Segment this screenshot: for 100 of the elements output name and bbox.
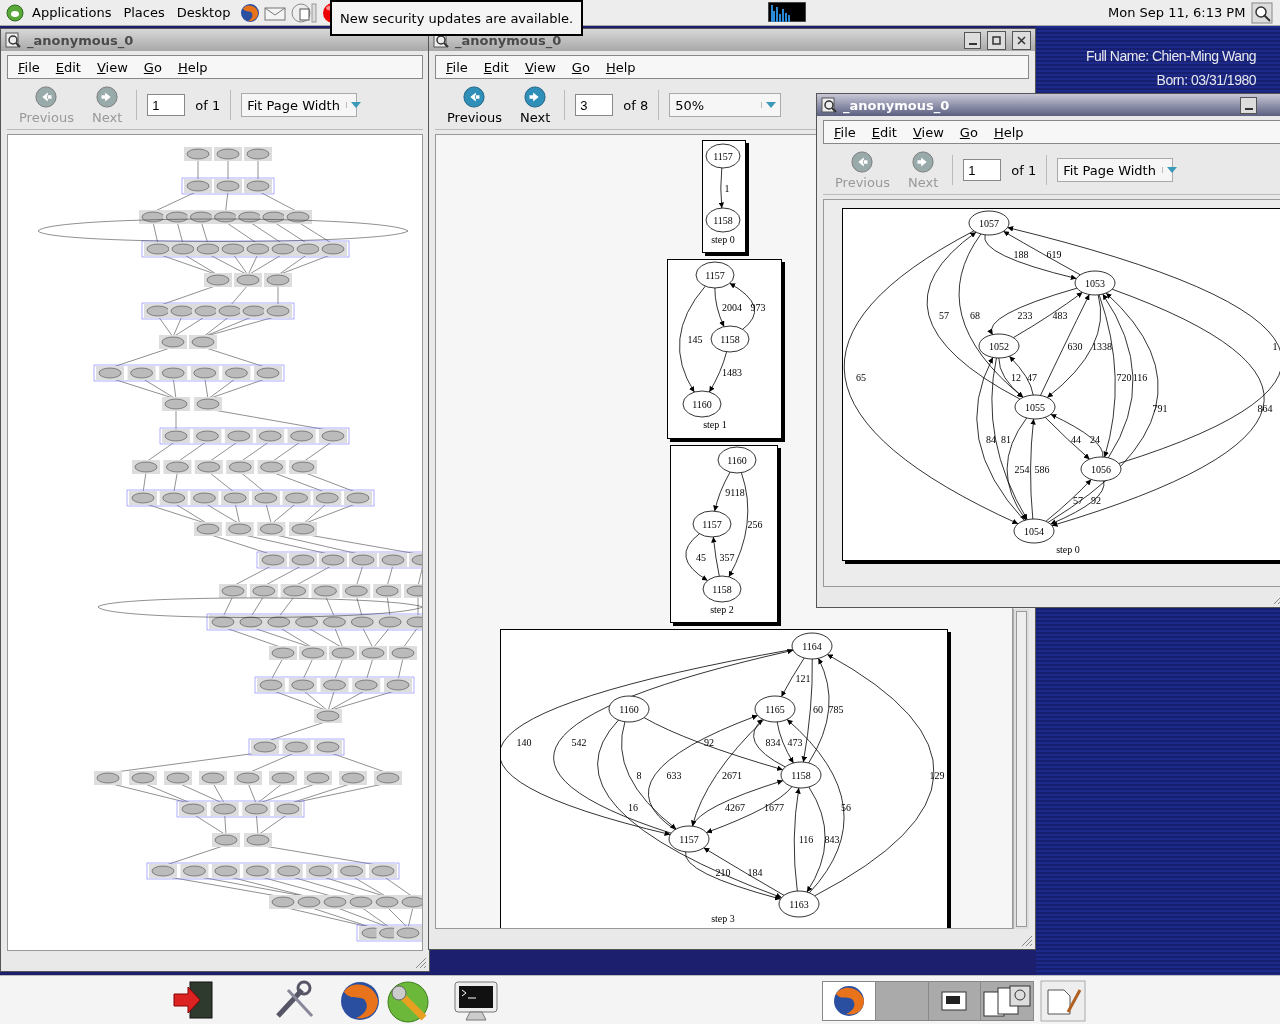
menu-item[interactable]: Help [599, 57, 642, 77]
edge-label: 57 [939, 309, 949, 321]
zoom-dropdown[interactable]: Fit Page Width [241, 93, 358, 117]
zoom-dropdown[interactable]: 50% [669, 93, 782, 117]
window-title: _anonymous_0 [843, 97, 951, 113]
previous-button[interactable]: Previous [443, 83, 506, 127]
edge-label: 2004 [721, 301, 742, 313]
graph-node: 1157 [692, 510, 732, 538]
menu-item[interactable]: Edit [477, 57, 515, 77]
resize-grip-icon[interactable] [413, 955, 427, 969]
graph-node: 1165 [754, 695, 796, 723]
menu-item[interactable]: View [518, 57, 562, 77]
browser-globe-icon[interactable] [240, 2, 261, 23]
terminal-icon[interactable] [452, 980, 500, 1024]
edge-label: 483 [1052, 309, 1068, 321]
menu-item[interactable]: Go [137, 57, 168, 77]
edge-label: 140 [516, 736, 532, 748]
graph-node: 1158 [705, 207, 741, 233]
edge-label: 973 [750, 301, 765, 313]
minimize-button[interactable] [1240, 96, 1257, 114]
graph-caption: step 3 [711, 913, 735, 924]
scrollbar[interactable] [1013, 609, 1029, 929]
edge-label: 357 [719, 551, 735, 563]
menu-item[interactable]: View [906, 122, 950, 142]
close-icon [1017, 35, 1026, 45]
edge-label: 84 [986, 433, 996, 445]
page-count: of 1 [195, 97, 221, 113]
graph-node: 1053 [1074, 270, 1116, 296]
edge-label: 473 [787, 736, 803, 748]
edge-label: 1338 [1092, 340, 1112, 352]
window-thumbnails-icon [982, 984, 1033, 1018]
panel-menu[interactable]: Places [117, 3, 171, 22]
edge-label: 210 [715, 866, 731, 878]
document-icon[interactable] [290, 1, 319, 24]
caret-icon [766, 102, 777, 108]
desktop-info-text: Full Name: Chien-Ming Wang [1085, 48, 1256, 64]
graph-node: 1164 [791, 632, 833, 660]
graph-node: 1055 [1014, 394, 1056, 420]
graph-caption: step 0 [711, 234, 735, 245]
edge-label: 81 [1001, 433, 1011, 445]
maximize-button[interactable] [987, 30, 1006, 50]
edge-label: 129 [929, 769, 945, 781]
menu-item[interactable]: File [440, 57, 474, 77]
resize-grip-icon[interactable] [1019, 933, 1033, 947]
edge-label: 864 [1257, 402, 1273, 414]
edge-label: 121 [795, 672, 811, 684]
minimize-button[interactable] [964, 31, 981, 49]
edge-label: 2671 [722, 769, 742, 781]
zoom-dropdown[interactable]: Fit Page Width [1057, 158, 1174, 182]
page-count: of 1 [1011, 162, 1037, 178]
browser-globe-icon[interactable] [338, 980, 382, 1022]
menu-item[interactable]: File [828, 122, 862, 142]
close-button[interactable] [1012, 30, 1031, 50]
window-title: _anonymous_0 [27, 32, 135, 48]
graph-caption: step 2 [710, 604, 734, 615]
edge-label: 60 [813, 703, 823, 715]
graph-node: 1158 [702, 575, 742, 603]
edge-label: 619 [1046, 248, 1062, 260]
window-thumbnail-icon [941, 991, 968, 1011]
caret-icon [350, 102, 361, 108]
edge-label: 633 [666, 769, 682, 781]
minimize-icon [968, 42, 977, 45]
desktop-info-text: Born: 03/31/1980 [1156, 72, 1256, 88]
edge-label: 57 [1073, 494, 1083, 506]
menu-item[interactable]: File [12, 57, 46, 77]
menu-item[interactable]: Go [953, 122, 984, 142]
workspace-switcher[interactable] [822, 981, 1034, 1021]
edge-label: 184 [747, 866, 763, 878]
menu-item[interactable]: Help [171, 57, 214, 77]
edge-label: 1 [1272, 340, 1278, 352]
page-number-field[interactable]: 1 [147, 94, 186, 116]
graph-caption: step 1 [702, 419, 727, 430]
edge-label: 44 [1071, 433, 1081, 445]
clock[interactable]: Mon Sep 11, 6:13 PM [1108, 5, 1246, 20]
graph-node: 1157 [705, 143, 741, 169]
page-number-field[interactable]: 1 [963, 159, 1002, 181]
edge-label: 254 [1014, 463, 1030, 475]
edge-label: 188 [1013, 248, 1029, 260]
magnifier-icon[interactable] [1251, 2, 1273, 24]
menu-item[interactable]: Edit [49, 57, 87, 77]
exit-door-icon[interactable] [170, 980, 216, 1020]
edge-label: 843 [824, 833, 840, 845]
edge-label: 145 [687, 333, 702, 345]
page-number-field[interactable]: 3 [575, 94, 614, 116]
graph-node: 1160 [682, 390, 721, 418]
menu-item[interactable]: Edit [865, 122, 903, 142]
panel-menu[interactable]: Applications [26, 3, 118, 22]
panel-menu[interactable]: Desktop [170, 3, 237, 22]
menu-item[interactable]: Go [565, 57, 596, 77]
menu-item[interactable]: View [90, 57, 134, 77]
menu-item[interactable]: Help [987, 122, 1030, 142]
caret-icon [1166, 167, 1177, 173]
graph-node: 1056 [1080, 456, 1122, 482]
edge-label: 8 [636, 769, 642, 781]
notes-icon[interactable] [1040, 980, 1086, 1022]
graph-node: 1163 [778, 890, 820, 918]
edge-label: 1483 [721, 366, 742, 378]
edge-label: 45 [696, 551, 706, 563]
next-button[interactable]: Next [515, 83, 555, 127]
edge-label: 92 [1091, 494, 1101, 506]
